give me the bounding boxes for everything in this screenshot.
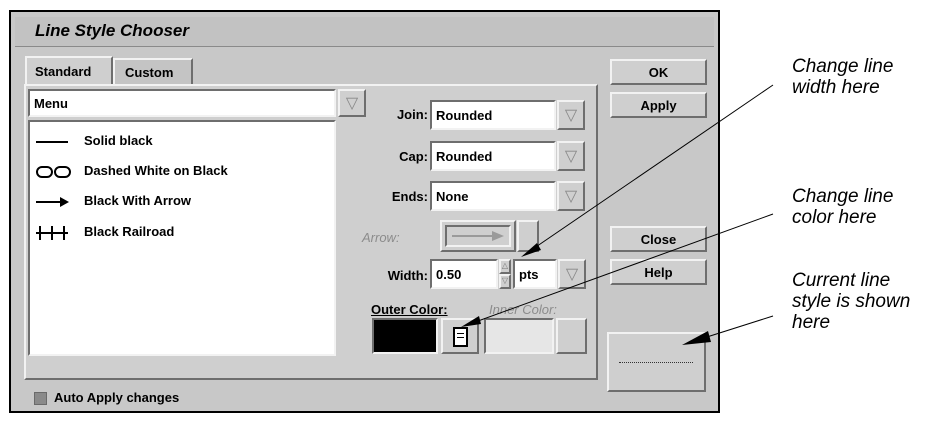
color-annotation-text: Change line color here [792, 186, 894, 228]
style-annotation-arrowhead [682, 331, 711, 345]
color-annotation-arrowhead [461, 316, 481, 327]
width-annotation-arrowhead [521, 243, 541, 257]
annotation-arrows [461, 84, 774, 345]
color-annotation-arrow [466, 213, 774, 326]
width-annotation-text: Change line width here [792, 56, 894, 98]
style-annotation-text: Current line style is shown here [792, 270, 911, 333]
